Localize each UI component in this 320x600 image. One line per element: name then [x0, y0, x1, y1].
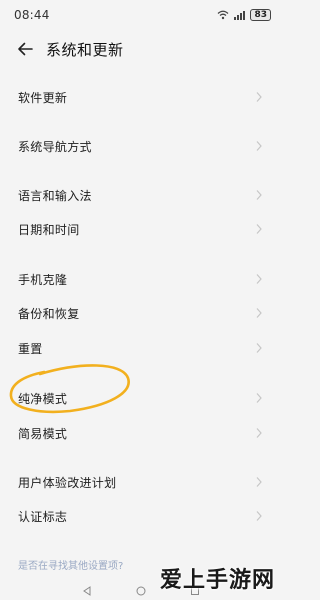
menu-item-label: 重置 — [18, 341, 43, 356]
menu-item-label: 备份和恢复 — [18, 306, 80, 321]
menu-item-backup-restore[interactable]: 备份和恢复 — [0, 297, 281, 329]
menu-item-user-experience[interactable]: 用户体验改进计划 — [0, 466, 281, 498]
status-icons: 83 — [217, 9, 271, 21]
chevron-right-icon — [256, 511, 262, 521]
menu-item-label: 手机克隆 — [18, 272, 68, 287]
chevron-right-icon — [256, 274, 262, 284]
menu-item-certification[interactable]: 认证标志 — [0, 500, 281, 532]
chevron-right-icon — [256, 393, 262, 403]
search-other-settings-link[interactable]: 是否在寻找其他设置项? — [18, 557, 123, 572]
menu-item-label: 简易模式 — [18, 426, 68, 441]
menu-item-label: 日期和时间 — [18, 222, 80, 237]
menu-item-label: 用户体验改进计划 — [18, 475, 117, 490]
nav-home-icon[interactable] — [134, 584, 148, 598]
chevron-right-icon — [256, 190, 262, 200]
back-arrow-icon[interactable] — [10, 34, 40, 64]
watermark-logo: 爱上手游网 — [159, 568, 275, 593]
nav-back-icon[interactable] — [80, 584, 94, 598]
menu-item-label: 软件更新 — [18, 90, 68, 105]
chevron-right-icon — [256, 428, 262, 438]
wifi-icon — [218, 10, 229, 20]
menu-item-label: 语言和输入法 — [18, 188, 92, 203]
menu-item-label: 系统导航方式 — [18, 139, 92, 154]
signal-icon — [234, 10, 246, 20]
battery-indicator: 83 — [250, 9, 271, 21]
chevron-right-icon — [256, 308, 262, 318]
chevron-right-icon — [256, 477, 262, 487]
page-title: 系统和更新 — [46, 40, 124, 59]
chevron-right-icon — [256, 224, 262, 234]
menu-item-label: 纯净模式 — [18, 391, 68, 406]
menu-item-simple-mode[interactable]: 简易模式 — [0, 417, 281, 449]
menu-item-reset[interactable]: 重置 — [0, 332, 281, 364]
menu-item-language-input[interactable]: 语言和输入法 — [0, 179, 281, 211]
chevron-right-icon — [256, 92, 262, 102]
menu-item-navigation-mode[interactable]: 系统导航方式 — [0, 130, 281, 162]
menu-item-label: 认证标志 — [18, 509, 68, 524]
menu-item-phone-clone[interactable]: 手机克隆 — [0, 263, 281, 295]
chevron-right-icon — [256, 141, 262, 151]
menu-item-pure-mode[interactable]: 纯净模式 — [0, 382, 281, 414]
status-time: 08:44 — [14, 8, 50, 22]
menu-item-date-time[interactable]: 日期和时间 — [0, 213, 281, 245]
status-bar: 08:44 83 — [0, 0, 281, 30]
chevron-right-icon — [256, 343, 262, 353]
menu-item-software-update[interactable]: 软件更新 — [0, 81, 281, 113]
page-header: 系统和更新 — [0, 34, 281, 64]
